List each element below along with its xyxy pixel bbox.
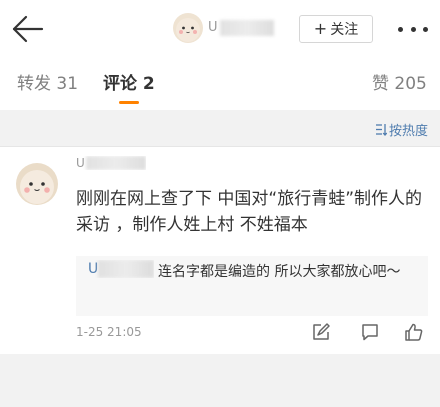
username-blur-mask bbox=[98, 260, 154, 278]
commenter-username-text: U bbox=[76, 156, 85, 170]
back-arrow-icon[interactable] bbox=[8, 12, 48, 46]
reply-preview[interactable]: 连名字都是编造的 所以大家都放心吧～ U bbox=[76, 256, 428, 316]
dot bbox=[410, 26, 416, 32]
commenter-avatar[interactable] bbox=[16, 163, 58, 205]
dot bbox=[423, 26, 428, 32]
comment-item: U 刚刚在网上查了下 中国对“旅行青蛙”制作人的采访 ，制作人姓上村 不姓福本 … bbox=[0, 146, 440, 354]
tab-bar: 转发 31 评论 2 赞 205 bbox=[0, 58, 440, 110]
like-icon[interactable] bbox=[404, 322, 424, 342]
sort-icon bbox=[375, 123, 387, 136]
sort-bar: 按热度 bbox=[0, 110, 440, 146]
plus-icon: + bbox=[313, 19, 328, 38]
comment-timestamp: 1-25 21:05 bbox=[76, 325, 142, 339]
author-avatar[interactable] bbox=[173, 13, 203, 43]
reply-username-text: U bbox=[88, 261, 99, 277]
sort-by-hot-button[interactable]: 按热度 bbox=[375, 120, 428, 139]
tab-likes[interactable]: 赞 205 bbox=[372, 73, 427, 95]
username-blur-mask bbox=[86, 156, 146, 170]
comment-text: 刚刚在网上查了下 中国对“旅行青蛙”制作人的采访 ，制作人姓上村 不姓福本 bbox=[76, 189, 423, 235]
tab-repost[interactable]: 转发 31 bbox=[17, 73, 78, 95]
follow-button-label: 关注 bbox=[330, 22, 359, 38]
top-bar: U + 关注 bbox=[0, 0, 440, 58]
author-username-text: U bbox=[208, 20, 218, 35]
reply-username[interactable]: U bbox=[88, 260, 154, 278]
sort-label: 按热度 bbox=[388, 123, 428, 139]
more-dots-icon[interactable] bbox=[398, 19, 428, 39]
active-tab-indicator bbox=[119, 101, 139, 104]
dot bbox=[398, 26, 403, 32]
tab-comments[interactable]: 评论 2 bbox=[103, 73, 155, 95]
author-username[interactable]: U bbox=[208, 20, 274, 36]
commenter-username[interactable]: U bbox=[76, 156, 146, 170]
username-blur-mask bbox=[220, 20, 274, 36]
comment-icon[interactable] bbox=[360, 322, 380, 342]
follow-button[interactable]: + 关注 bbox=[299, 15, 373, 43]
empty-area bbox=[0, 354, 440, 407]
repost-icon[interactable] bbox=[311, 322, 331, 342]
